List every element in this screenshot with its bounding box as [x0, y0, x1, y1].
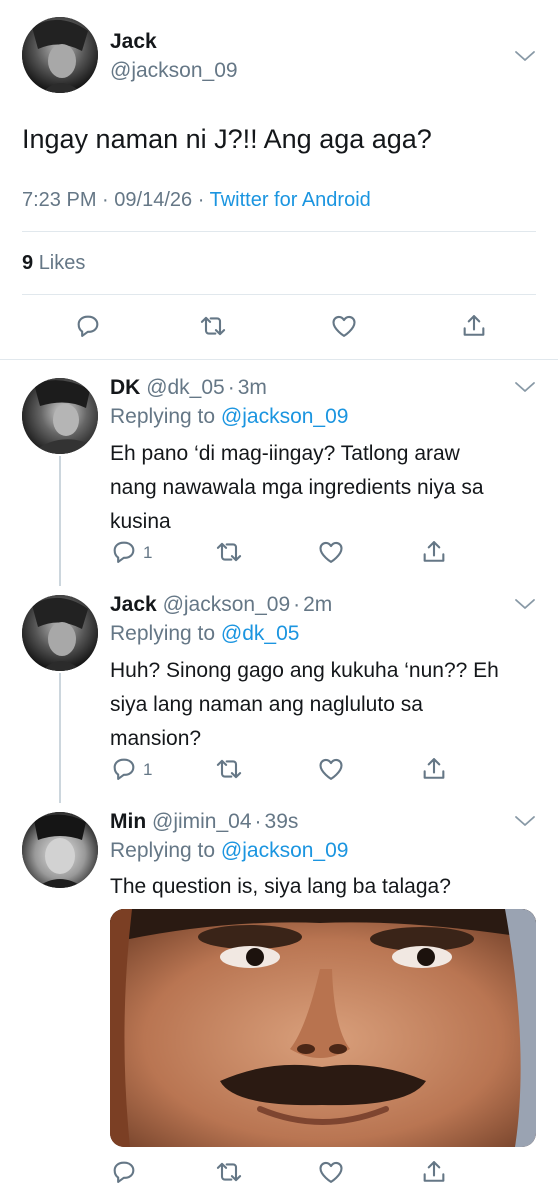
replying-label: Replying to — [110, 622, 216, 645]
share-icon[interactable] — [420, 1158, 448, 1186]
reply-text-line: Huh? Sinong gago ang kukuha ‘nun?? Eh — [110, 659, 499, 682]
divider — [22, 231, 536, 232]
reply-text-line: The question is, siya lang ba talaga? — [110, 875, 451, 898]
avatar[interactable] — [22, 378, 98, 454]
chevron-down-icon[interactable] — [514, 814, 536, 828]
retweet-icon[interactable] — [199, 312, 227, 340]
meta-separator: · — [293, 593, 301, 616]
meta-separator: · — [254, 810, 262, 833]
replying-to: Replying to @jackson_09 — [110, 405, 348, 429]
reply-header: DK @dk_05 · 3m — [110, 376, 267, 400]
reply-icon[interactable] — [74, 312, 102, 340]
avatar[interactable] — [22, 595, 98, 671]
reply-header: Jack @jackson_09 · 2m — [110, 593, 332, 617]
replying-to-handle[interactable]: @jackson_09 — [221, 839, 349, 862]
likes-label: Likes — [38, 252, 86, 274]
tweet-source[interactable]: Twitter for Android — [210, 189, 371, 211]
thread-line — [59, 456, 61, 586]
reply-text: The question is, siya lang ba talaga? — [110, 870, 451, 904]
tweet-text: Ingay naman ni J?!! Ang aga aga? — [22, 124, 432, 154]
share-icon[interactable] — [420, 755, 448, 783]
reply-age: 39s — [264, 810, 299, 833]
heart-icon[interactable] — [317, 538, 345, 566]
reply-text-line: mansion? — [110, 727, 202, 750]
reply-icon[interactable] — [110, 755, 138, 783]
reply-age: 2m — [303, 593, 333, 616]
author-name[interactable]: Min — [110, 810, 146, 833]
likes-count: 9 — [22, 252, 34, 274]
tweet-meta: 7:23 PM · 09/14/26 · Twitter for Android — [22, 189, 371, 212]
reply-text-line: siya lang naman ang nagluluto sa — [110, 693, 423, 716]
attached-image[interactable] — [110, 909, 536, 1147]
likes-stat[interactable]: 9 Likes — [22, 252, 85, 275]
meta-separator: · — [227, 376, 235, 399]
divider — [22, 294, 536, 295]
reply-header: Min @jimin_04 · 39s — [110, 810, 298, 834]
author-name[interactable]: Jack — [110, 593, 157, 616]
reply-icon[interactable] — [110, 538, 138, 566]
reply-text-line: nang nawawala mga ingredients niya sa — [110, 476, 484, 499]
replying-to-handle[interactable]: @dk_05 — [221, 622, 300, 645]
author-handle[interactable]: @dk_05 — [146, 376, 225, 399]
author-handle[interactable]: @jimin_04 — [152, 810, 252, 833]
chevron-down-icon[interactable] — [514, 380, 536, 394]
share-icon[interactable] — [460, 312, 488, 340]
heart-icon[interactable] — [317, 1158, 345, 1186]
author-handle[interactable]: @jackson_09 — [110, 59, 238, 83]
replying-label: Replying to — [110, 839, 216, 862]
reply-text-line: Eh pano ‘di mag-iingay? Tatlong araw — [110, 442, 460, 465]
author-handle[interactable]: @jackson_09 — [163, 593, 291, 616]
retweet-icon[interactable] — [215, 1158, 243, 1186]
thread-line — [59, 673, 61, 803]
chevron-down-icon[interactable] — [514, 49, 536, 63]
author-name[interactable]: DK — [110, 376, 140, 399]
reply-text-line: kusina — [110, 510, 171, 533]
replying-to-handle[interactable]: @jackson_09 — [221, 405, 349, 428]
reply-text: Eh pano ‘di mag-iingay? Tatlong araw nan… — [110, 437, 484, 539]
heart-icon[interactable] — [317, 755, 345, 783]
reply-count: 1 — [143, 760, 153, 779]
replying-to: Replying to @jackson_09 — [110, 839, 348, 863]
meta-separator: · — [102, 189, 109, 211]
retweet-icon[interactable] — [215, 755, 243, 783]
retweet-icon[interactable] — [215, 538, 243, 566]
chevron-down-icon[interactable] — [514, 597, 536, 611]
share-icon[interactable] — [420, 538, 448, 566]
author-name[interactable]: Jack — [110, 30, 157, 54]
heart-icon[interactable] — [330, 312, 358, 340]
divider — [0, 359, 558, 360]
avatar[interactable] — [22, 17, 98, 93]
replying-label: Replying to — [110, 405, 216, 428]
reply-age: 3m — [237, 376, 267, 399]
reply-count: 1 — [143, 543, 153, 562]
tweet-time: 7:23 PM — [22, 189, 97, 211]
reply-text: Huh? Sinong gago ang kukuha ‘nun?? Eh si… — [110, 654, 499, 756]
tweet-date: 09/14/26 — [114, 189, 193, 211]
reply-icon[interactable] — [110, 1158, 138, 1186]
replying-to: Replying to @dk_05 — [110, 622, 299, 646]
meta-separator: · — [197, 189, 205, 211]
avatar[interactable] — [22, 812, 98, 888]
